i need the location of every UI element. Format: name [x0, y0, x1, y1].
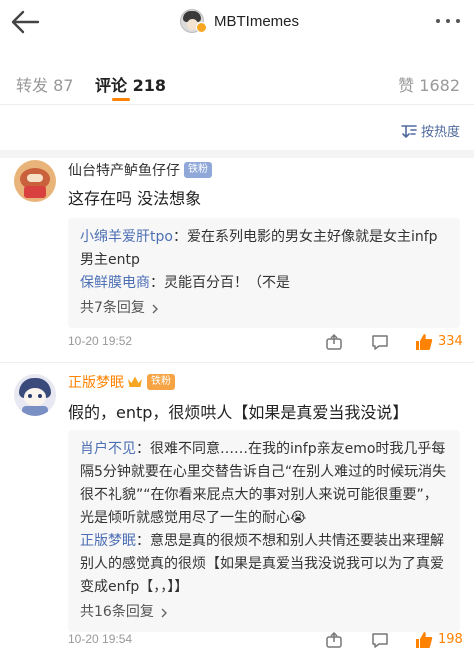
tab-bar: 转发 87 评论 218 赞 1682 [0, 64, 474, 104]
reply-item[interactable]: 保鲜膜电商：灵能百分百！（不是 [80, 272, 448, 295]
tab-comment[interactable]: 评论 218 [95, 72, 166, 96]
reply-box[interactable]: 肖户不见：很难不同意……在我的infp亲友emo时我几乎每隔5分钟就要在心里交替… [68, 430, 460, 632]
reply-item[interactable]: 正版梦眠：意思是真的很烦不想和别人共情还要装出来理解别人的感觉真的很烦【如果是真… [80, 530, 448, 599]
tab-like-label: 赞 [398, 76, 415, 95]
share-icon[interactable] [324, 332, 344, 352]
divider [0, 362, 474, 363]
username[interactable]: 仙台特产鲈鱼仔仔 [68, 160, 180, 180]
reply-author[interactable]: 小绵羊爱肝tpo [80, 229, 173, 245]
avatar[interactable] [14, 160, 56, 202]
reply-text: ：灵能百分百！（不是 [150, 275, 290, 291]
reply-author[interactable]: 正版梦眠 [80, 533, 136, 549]
fan-badge: 铁粉 [184, 162, 212, 178]
chevron-right-icon [152, 304, 158, 313]
top-bar: MBTImemes [0, 0, 474, 44]
tab-comment-label: 评论 [95, 76, 128, 95]
thumbs-up-icon[interactable] [414, 332, 434, 352]
reply-author[interactable]: 肖户不见 [80, 441, 136, 457]
comment-footer: 10-20 19:54 198 [68, 628, 463, 652]
section-gap [0, 150, 474, 158]
like-count: 334 [438, 334, 463, 349]
comment-time: 10-20 19:54 [68, 632, 133, 646]
comment-icon[interactable] [370, 630, 390, 650]
sort-label: 按热度 [420, 125, 460, 140]
sort-icon [401, 124, 417, 138]
divider [0, 104, 474, 105]
comment-footer: 10-20 19:52 334 [68, 330, 463, 354]
tab-like[interactable]: 赞 1682 [398, 72, 460, 96]
like-count: 198 [438, 632, 463, 647]
avatar[interactable] [14, 374, 56, 416]
more-dots-icon[interactable] [436, 14, 460, 28]
comment-author: 仙台特产鲈鱼仔仔 铁粉 [68, 160, 212, 180]
comment-author: 正版梦眠 铁粉 [68, 372, 175, 392]
share-icon[interactable] [324, 630, 344, 650]
tab-repost-label: 转发 [16, 76, 49, 95]
account-name[interactable]: MBTImemes [214, 13, 299, 30]
comment-time: 10-20 19:52 [68, 334, 133, 348]
tab-repost[interactable]: 转发 87 [16, 72, 73, 96]
reply-item[interactable]: 小绵羊爱肝tpo：爱在系列电影的男女主好像就是女主infp男主entp [80, 226, 448, 272]
chevron-right-icon [161, 608, 167, 617]
fan-badge: 铁粉 [147, 374, 175, 390]
reply-box[interactable]: 小绵羊爱肝tpo：爱在系列电影的男女主好像就是女主infp男主entp 保鲜膜电… [68, 218, 460, 328]
reply-author[interactable]: 保鲜膜电商 [80, 275, 150, 291]
more-replies-link[interactable]: 共16条回复 [80, 601, 448, 624]
comment-text: 假的，entp，很烦哄人【如果是真爱当我没说】 [68, 403, 409, 422]
tab-like-count: 1682 [419, 76, 460, 95]
thumbs-up-icon[interactable] [414, 630, 434, 650]
more-replies-link[interactable]: 共7条回复 [80, 297, 448, 320]
verified-badge-icon [196, 22, 207, 33]
username[interactable]: 正版梦眠 [68, 372, 124, 392]
comment-text: 这存在吗 没法想象 [68, 189, 202, 208]
more-replies-label: 共7条回复 [80, 300, 145, 316]
more-replies-label: 共16条回复 [80, 604, 154, 620]
reply-item[interactable]: 肖户不见：很难不同意……在我的infp亲友emo时我几乎每隔5分钟就要在心里交替… [80, 438, 448, 530]
sort-button[interactable]: 按热度 [401, 121, 460, 140]
back-arrow-icon[interactable] [8, 6, 44, 38]
tab-repost-count: 87 [53, 76, 74, 95]
crown-icon [128, 376, 142, 387]
active-tab-indicator [112, 98, 130, 101]
comment-icon[interactable] [370, 332, 390, 352]
tab-comment-count: 218 [132, 76, 166, 95]
